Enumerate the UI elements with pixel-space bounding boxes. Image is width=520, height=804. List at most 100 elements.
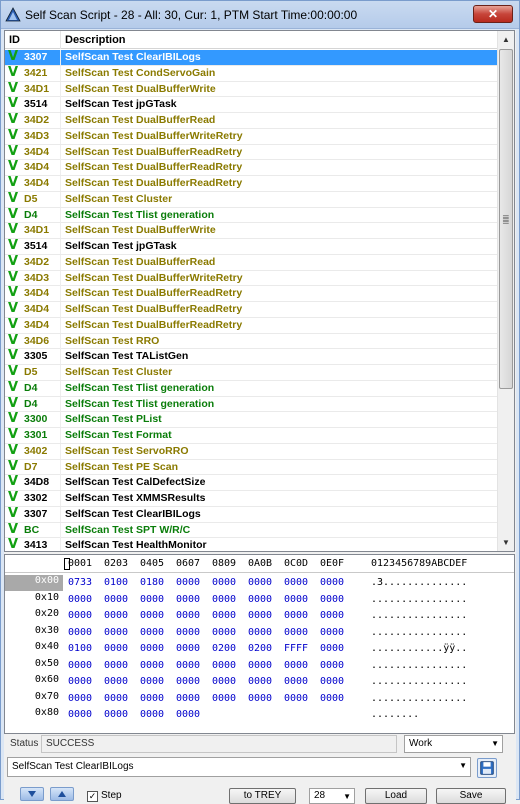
hex-value-cell[interactable]: 0000 [104,676,128,687]
hex-value-cell[interactable]: 0000 [104,594,128,605]
hex-value-cell[interactable]: 0000 [68,660,92,671]
hex-value-cell[interactable]: 0000 [248,676,272,687]
hex-row-address[interactable]: 0x10 [5,592,63,608]
hex-value-cell[interactable]: 0733 [68,577,92,588]
hex-value-cell[interactable]: 0000 [68,693,92,704]
hex-value-cell[interactable]: 0000 [176,676,200,687]
table-row[interactable]: V 3413 SelfScan Test HealthMonitor [5,537,497,551]
table-row[interactable]: V 34D4 SelfScan Test DualBufferReadRetry [5,317,497,334]
table-row[interactable]: V 3307 SelfScan Test ClearIBILogs [5,49,497,66]
hex-row-address[interactable]: 0x60 [5,674,63,690]
hex-value-cell[interactable]: 0180 [140,577,164,588]
hex-row-address[interactable]: 0x70 [5,691,63,707]
hex-value-cell[interactable]: 0200 [212,643,236,654]
hex-value-cell[interactable]: 0000 [284,693,308,704]
hex-value-cell[interactable]: 0200 [248,643,272,654]
hex-value-cell[interactable]: 0000 [284,610,308,621]
hex-value-cell[interactable]: 0000 [284,577,308,588]
hex-value-cell[interactable]: 0000 [176,577,200,588]
close-button[interactable]: ✕ [473,5,513,23]
hex-value-cell[interactable]: 0000 [176,594,200,605]
hex-value-cell[interactable]: 0000 [320,577,344,588]
hex-value-cell[interactable]: FFFF [284,643,308,654]
hex-value-cell[interactable]: 0000 [284,676,308,687]
hex-value-cell[interactable]: 0000 [104,693,128,704]
scroll-down-arrow-icon[interactable]: ▼ [498,534,514,551]
hex-value-cell[interactable]: 0000 [140,627,164,638]
table-row[interactable]: V 34D4 SelfScan Test DualBufferReadRetry [5,175,497,192]
hex-value-cell[interactable]: 0000 [176,709,200,720]
table-row[interactable]: V 34D4 SelfScan Test DualBufferReadRetry [5,285,497,302]
table-row[interactable]: V D4 SelfScan Test Tlist generation [5,207,497,224]
hex-row-address[interactable]: 0x80 [5,707,63,723]
hex-value-cell[interactable]: 0000 [248,610,272,621]
hex-row-address[interactable]: 0x50 [5,658,63,674]
hex-value-cell[interactable]: 0000 [68,676,92,687]
scroll-up-arrow-icon[interactable]: ▲ [498,31,514,48]
hex-value-cell[interactable]: 0000 [212,594,236,605]
count-select[interactable]: 28 ▼ [309,788,355,804]
table-row[interactable]: V 34D2 SelfScan Test DualBufferRead [5,112,497,129]
hex-value-cell[interactable]: 0000 [140,709,164,720]
table-row[interactable]: V D4 SelfScan Test Tlist generation [5,380,497,397]
hex-value-cell[interactable]: 0000 [104,610,128,621]
hex-value-cell[interactable]: 0000 [68,610,92,621]
header-divider[interactable] [60,31,61,49]
hex-value-cell[interactable]: 0000 [176,643,200,654]
table-row[interactable]: V 3307 SelfScan Test ClearIBILogs [5,506,497,523]
list-vertical-scrollbar[interactable]: ▲ ═ ═ ═ ▼ [497,31,514,551]
table-row[interactable]: V D5 SelfScan Test Cluster [5,191,497,208]
hex-value-cell[interactable]: 0000 [104,627,128,638]
hex-row-address[interactable]: 0x00 [5,575,63,591]
table-row[interactable]: V 34D1 SelfScan Test DualBufferWrite [5,81,497,98]
column-header-description[interactable]: Description [65,34,126,46]
table-row[interactable]: V BC SelfScan Test SPT W/R/C [5,522,497,539]
hex-value-cell[interactable]: 0000 [320,693,344,704]
hex-value-cell[interactable]: 0000 [140,643,164,654]
hex-value-cell[interactable]: 0000 [176,660,200,671]
hex-value-cell[interactable]: 0000 [212,577,236,588]
save-button[interactable]: Save [436,788,506,804]
table-row[interactable]: V 3300 SelfScan Test PList [5,411,497,428]
hex-value-cell[interactable]: 0000 [176,693,200,704]
hex-value-cell[interactable]: 0000 [248,577,272,588]
table-row[interactable]: V 34D2 SelfScan Test DualBufferRead [5,254,497,271]
to-trey-button[interactable]: to TREY [229,788,296,804]
hex-value-cell[interactable]: 0000 [176,610,200,621]
hex-value-cell[interactable]: 0000 [140,693,164,704]
table-row[interactable]: V 3301 SelfScan Test Format [5,427,497,444]
hex-row-address[interactable]: 0x30 [5,625,63,641]
table-row[interactable]: V 3421 SelfScan Test CondServoGain [5,65,497,82]
hex-value-cell[interactable]: 0000 [176,627,200,638]
table-row[interactable]: V 34D8 SelfScan Test CalDefectSize [5,474,497,491]
hex-value-cell[interactable]: 0000 [212,693,236,704]
hex-value-cell[interactable]: 0000 [284,627,308,638]
hex-value-cell[interactable]: 0000 [320,610,344,621]
script-list[interactable]: ID Description V 3307 SelfScan Test ClearI… [4,30,515,552]
hex-viewer[interactable]: 0001 0203 0405 0607 0809 0A0B 0C0D 0E0F 01234567… [4,554,515,734]
hex-value-cell[interactable]: 0000 [68,709,92,720]
step-checkbox[interactable]: ✓ [87,791,98,802]
table-row[interactable]: V 3402 SelfScan Test ServoRRO [5,443,497,460]
hex-row-address[interactable]: 0x40 [5,641,63,657]
table-row[interactable]: V 34D4 SelfScan Test DualBufferReadRetry [5,144,497,161]
hex-value-cell[interactable]: 0000 [140,660,164,671]
hex-value-cell[interactable]: 0000 [212,660,236,671]
hex-value-cell[interactable]: 0000 [140,676,164,687]
table-row[interactable]: V D4 SelfScan Test Tlist generation [5,396,497,413]
hex-value-cell[interactable]: 0000 [320,627,344,638]
mode-select[interactable]: Work ▼ [404,735,503,753]
table-row[interactable]: V D5 SelfScan Test Cluster [5,364,497,381]
table-row[interactable]: V D7 SelfScan Test PE Scan [5,459,497,476]
hex-value-cell[interactable]: 0100 [104,577,128,588]
title-bar[interactable]: Self Scan Script - 28 - All: 30, Cur: 1,… [1,1,519,29]
hex-value-cell[interactable]: 0000 [284,660,308,671]
hex-value-cell[interactable]: 0000 [248,594,272,605]
hex-value-cell[interactable]: 0000 [212,676,236,687]
hex-value-cell[interactable]: 0000 [104,709,128,720]
table-row[interactable]: V 34D6 SelfScan Test RRO [5,333,497,350]
script-select[interactable]: SelfScan Test ClearIBILogs ▼ [7,757,471,777]
hex-value-cell[interactable]: 0000 [248,660,272,671]
table-row[interactable]: V 3302 SelfScan Test XMMSResults [5,490,497,507]
hex-value-cell[interactable]: 0000 [68,627,92,638]
